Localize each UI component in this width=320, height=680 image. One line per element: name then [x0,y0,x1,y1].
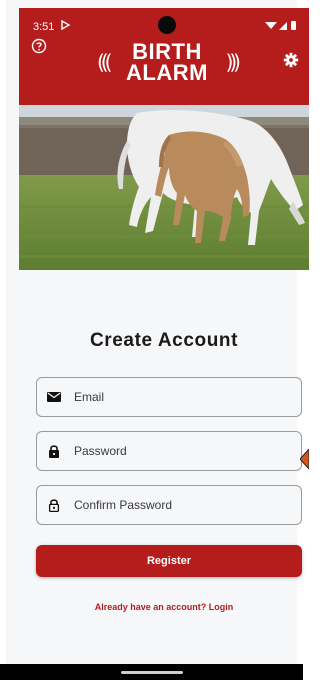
confirm-password-input[interactable] [74,498,274,512]
signal-icon [279,22,287,30]
app-screen: 3:51 ((( BIRTH ALARM ))) Create Account … [0,0,309,680]
birth-alarm-logo: ((( BIRTH ALARM ))) [97,38,242,86]
logo-waves-right: ))) [225,50,242,74]
app-header: 3:51 ((( BIRTH ALARM ))) [19,8,309,105]
edge-pointer-marker [300,449,309,469]
password-input[interactable] [74,444,274,458]
lock-outline-icon [48,499,60,513]
email-input[interactable] [74,390,274,404]
status-time: 3:51 [33,21,55,33]
wifi-icon [265,22,277,29]
page-title: Create Account [89,330,239,351]
gear-icon[interactable] [283,52,299,68]
email-field[interactable] [36,377,302,417]
status-icons [265,21,296,30]
register-button[interactable]: Register [36,545,302,577]
envelope-icon [47,392,61,402]
lock-filled-icon [49,445,59,458]
system-nav-bar [0,664,303,680]
password-field[interactable] [36,431,302,471]
play-notification-icon [61,19,71,31]
home-gesture-bar[interactable] [121,671,183,674]
confirm-password-field[interactable] [36,485,302,525]
logo-text-alarm: ALARM [126,60,208,85]
login-link[interactable]: Already have an account? Login [19,602,309,612]
battery-icon [291,21,296,30]
horses-grazing-photo [19,105,309,270]
camera-cutout [158,16,176,34]
help-circle-icon[interactable] [31,38,47,54]
